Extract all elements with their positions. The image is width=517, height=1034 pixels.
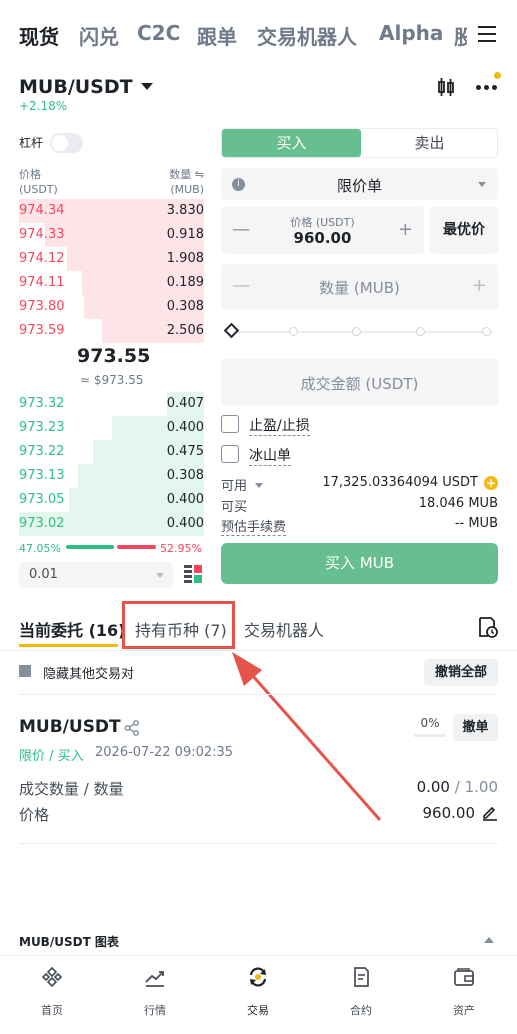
nav-assets-label: 资产 (453, 1004, 475, 1017)
order-price-value: 960.00 (422, 804, 476, 822)
order-progress: 0% (420, 716, 440, 730)
order-price-label: 价格 (19, 806, 50, 824)
divider (19, 694, 498, 695)
filled-label: 成交数量 / 数量 (19, 780, 124, 798)
nav-assets[interactable]: 资产 (424, 966, 504, 1018)
nav-markets-label: 行情 (144, 1004, 166, 1017)
order-time: 2026-07-22 09:02:35 (95, 745, 234, 760)
nav-futures-label: 合约 (350, 1004, 372, 1017)
filled-value-row: 0.00 / 1.00 (380, 778, 498, 796)
annotation-arrow (232, 652, 382, 821)
nav-futures[interactable]: 合约 (321, 966, 401, 1018)
chart-section-title[interactable]: MUB/USDT 图表 (19, 933, 119, 950)
markets-icon (145, 971, 164, 987)
nav-trade-label: 交易 (247, 1004, 269, 1017)
cancel-all-button[interactable]: 撤销全部 (424, 659, 498, 686)
trade-icon (249, 967, 267, 987)
nav-trade[interactable]: 交易 (218, 966, 298, 1018)
chevron-up-icon[interactable] (484, 937, 494, 943)
hide-other-pairs-checkbox[interactable] (19, 665, 31, 677)
bottom-nav: 首页 行情 交易 合约 资产 (0, 962, 517, 1034)
edit-icon[interactable] (481, 804, 498, 821)
order-type-side: 限价 / 买入 (19, 749, 84, 764)
total-qty-value: / 1.00 (454, 778, 498, 796)
nav-home[interactable]: 首页 (12, 966, 92, 1018)
futures-icon (354, 967, 369, 987)
cancel-order-button[interactable]: 撤单 (453, 714, 498, 741)
filled-value: 0.00 (416, 778, 450, 796)
nav-markets[interactable]: 行情 (115, 966, 195, 1018)
wallet-icon (454, 968, 474, 986)
nav-home-label: 首页 (41, 1004, 63, 1017)
hide-other-pairs-label[interactable]: 隐藏其他交易对 (43, 663, 134, 682)
divider (0, 955, 517, 956)
divider (19, 843, 498, 844)
home-icon (41, 966, 63, 988)
order-pair[interactable]: MUB/USDT (19, 717, 121, 737)
share-icon[interactable] (124, 720, 140, 736)
order-progress-bar (414, 734, 446, 737)
